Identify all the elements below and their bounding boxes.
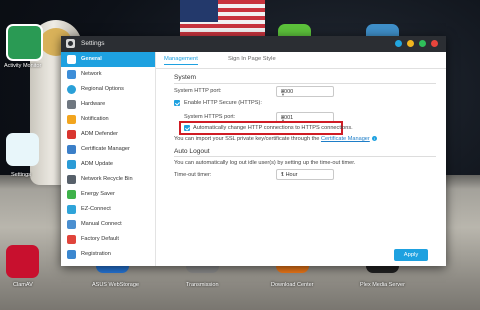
chevron-down-icon: ▾ — [281, 171, 284, 177]
plug-icon — [67, 220, 76, 229]
settings-app-icon[interactable] — [6, 133, 39, 166]
settings-sidebar: General Network Regional Options Hardwar… — [61, 52, 156, 266]
asus-webstorage-label: ASUS WebStorage — [92, 282, 139, 288]
sidebar-item-factory-default[interactable]: Factory Default — [61, 232, 155, 247]
certificate-icon — [67, 145, 76, 154]
title-bar[interactable]: Settings — [61, 36, 446, 52]
recycle-icon — [67, 175, 76, 184]
sidebar-item-network[interactable]: Network — [61, 67, 155, 82]
clamav-icon[interactable] — [6, 245, 39, 278]
window-title: Settings — [81, 40, 105, 47]
sidebar-item-label: Certificate Manager — [81, 146, 130, 152]
info-icon[interactable]: i — [371, 136, 377, 141]
close-button[interactable] — [431, 40, 438, 47]
leaf-icon — [67, 190, 76, 199]
hardware-icon — [67, 100, 76, 109]
sidebar-item-label: Regional Options — [81, 86, 124, 92]
sidebar-item-energy-saver[interactable]: Energy Saver — [61, 187, 155, 202]
sidebar-item-hardware[interactable]: Hardware — [61, 97, 155, 112]
link-icon — [67, 205, 76, 214]
certificate-manager-link[interactable]: Certificate Manager — [321, 136, 370, 142]
timeout-timer-label: Time-out timer: — [174, 172, 212, 178]
settings-gear-icon — [66, 39, 75, 48]
enable-https-label: Enable HTTP Secure (HTTPS): — [184, 100, 262, 106]
sidebar-item-label: Notification — [81, 116, 109, 122]
settings-window: Settings General Network Regional Option… — [61, 36, 446, 266]
sidebar-item-label: Network — [81, 71, 102, 77]
import-certificate-desc: You can import your SSL private key/cert… — [174, 136, 321, 142]
section-title-auto-logout: Auto Logout — [174, 148, 210, 155]
sidebar-item-certificate-manager[interactable]: Certificate Manager — [61, 142, 155, 157]
sidebar-item-label: General — [81, 56, 102, 62]
sidebar-item-label: Energy Saver — [81, 191, 115, 197]
shield-icon — [67, 130, 76, 139]
sidebar-item-label: Factory Default — [81, 236, 119, 242]
apply-button[interactable]: Apply — [394, 249, 428, 261]
transmission-label: Transmission — [186, 282, 219, 288]
flag — [180, 0, 265, 40]
help-button[interactable] — [395, 40, 402, 47]
sidebar-item-label: Hardware — [81, 101, 106, 107]
sidebar-item-label: Registration — [81, 251, 111, 257]
section-title-system: System — [174, 74, 196, 81]
sidebar-item-adm-update[interactable]: ADM Update — [61, 157, 155, 172]
https-port-label: System HTTPS port: — [184, 114, 236, 120]
http-port-input[interactable]: 8000 ▲ ▼ — [276, 86, 334, 97]
globe-icon — [67, 85, 76, 94]
sidebar-item-label: Network Recycle Bin — [81, 176, 133, 182]
auto-redirect-https-checkbox[interactable] — [184, 125, 190, 131]
settings-app-label: Settings — [11, 172, 31, 178]
register-icon — [67, 250, 76, 259]
sidebar-item-label: ADM Defender — [81, 131, 118, 137]
sidebar-item-label: EZ-Connect — [81, 206, 111, 212]
tab-management[interactable]: Management — [164, 56, 198, 65]
section-divider — [174, 156, 436, 157]
auto-logout-description: You can automatically log out idle user(… — [174, 160, 356, 166]
timeout-timer-select[interactable]: 1 Hour ▾ — [276, 169, 334, 180]
settings-content: Management Sign In Page Style System Sys… — [156, 52, 446, 266]
sidebar-item-general[interactable]: General — [61, 52, 155, 67]
bell-icon — [67, 115, 76, 124]
sidebar-item-network-recycle-bin[interactable]: Network Recycle Bin — [61, 172, 155, 187]
reset-icon — [67, 235, 76, 244]
plex-media-server-label: Plex Media Server — [360, 282, 405, 288]
network-icon — [67, 70, 76, 79]
http-port-label: System HTTP port: — [174, 88, 222, 94]
sidebar-item-adm-defender[interactable]: ADM Defender — [61, 127, 155, 142]
sidebar-item-manual-connect[interactable]: Manual Connect — [61, 217, 155, 232]
gear-icon — [67, 55, 76, 64]
tab-bar: Management Sign In Page Style — [156, 52, 446, 69]
http-port-stepper[interactable]: ▲ ▼ — [281, 88, 330, 97]
tab-sign-in-page-style[interactable]: Sign In Page Style — [228, 56, 276, 62]
sidebar-item-regional-options[interactable]: Regional Options — [61, 82, 155, 97]
clamav-label: ClamAV — [13, 282, 33, 288]
maximize-button[interactable] — [419, 40, 426, 47]
download-center-label: Download Center — [271, 282, 314, 288]
update-icon — [67, 160, 76, 169]
sidebar-item-notification[interactable]: Notification — [61, 112, 155, 127]
activity-monitor-label: Activity Monitor — [4, 63, 42, 69]
sidebar-item-ez-connect[interactable]: EZ-Connect — [61, 202, 155, 217]
sidebar-item-registration[interactable]: Registration — [61, 247, 155, 262]
minimize-button[interactable] — [407, 40, 414, 47]
import-certificate-text: You can import your SSL private key/cert… — [174, 136, 377, 142]
activity-monitor-icon[interactable] — [6, 24, 43, 61]
enable-https-checkbox[interactable] — [174, 100, 180, 106]
auto-redirect-https-label: Automatically change HTTP connections to… — [193, 125, 353, 131]
sidebar-item-label: ADM Update — [81, 161, 114, 167]
sidebar-item-label: Manual Connect — [81, 221, 122, 227]
section-divider — [174, 83, 436, 84]
